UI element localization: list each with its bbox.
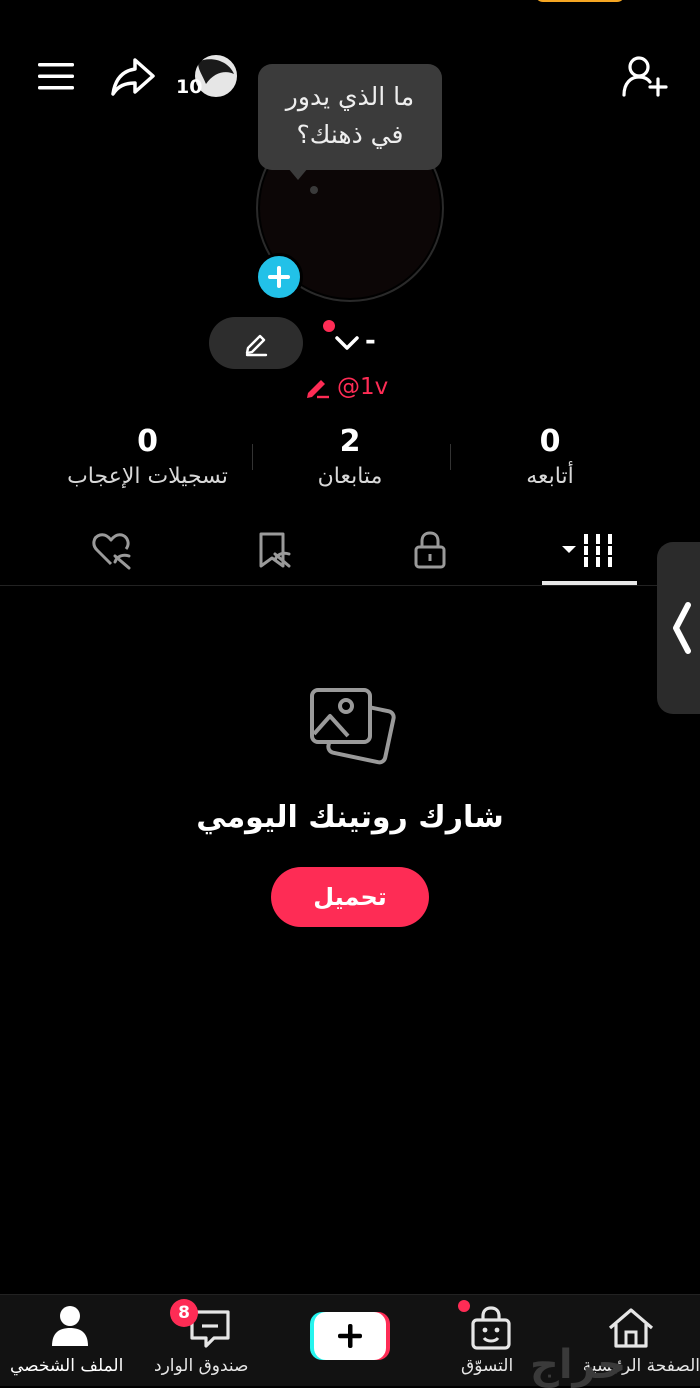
nav-inbox[interactable]: صندوق الوارد bbox=[150, 1300, 270, 1380]
create-button[interactable] bbox=[310, 1310, 390, 1362]
shopping-bag-icon bbox=[471, 1306, 511, 1350]
side-panel-handle[interactable] bbox=[657, 542, 700, 714]
nav-shop-label: التسوّق bbox=[461, 1356, 514, 1376]
notification-dot bbox=[323, 320, 335, 332]
add-story-button[interactable] bbox=[255, 253, 303, 301]
likes-label: تسجيلات الإعجاب bbox=[67, 464, 228, 489]
status-indicator bbox=[535, 0, 625, 2]
share-button[interactable] bbox=[108, 55, 158, 99]
tab-private[interactable] bbox=[408, 528, 452, 572]
handle-row[interactable]: @1v bbox=[305, 372, 388, 402]
followers-stat[interactable]: 2 متابعان bbox=[280, 424, 420, 494]
hamburger-icon bbox=[38, 63, 74, 90]
tooltip-line-1: ما الذي يدور bbox=[285, 82, 415, 111]
nav-profile[interactable]: الملف الشخصي bbox=[0, 1300, 140, 1380]
empty-state-title: شارك روتينك اليومي bbox=[196, 800, 504, 835]
tooltip-tail bbox=[288, 168, 308, 180]
likes-count: 0 bbox=[137, 424, 158, 459]
nav-inbox-label: صندوق الوارد bbox=[154, 1356, 249, 1376]
followers-count: 2 bbox=[339, 424, 361, 459]
share-arrow-icon bbox=[111, 58, 155, 96]
stat-divider bbox=[450, 444, 451, 470]
tab-liked[interactable] bbox=[90, 528, 134, 572]
grid-videos-icon bbox=[562, 534, 612, 567]
following-stat[interactable]: 0 أتابعه bbox=[480, 424, 620, 494]
likes-stat[interactable]: 0 تسجيلات الإعجاب bbox=[40, 424, 255, 494]
profile-icon bbox=[52, 1306, 88, 1346]
lock-icon bbox=[414, 531, 446, 569]
add-friend-button[interactable] bbox=[620, 54, 670, 100]
bookmark-hidden-icon bbox=[259, 532, 291, 568]
followers-label: متابعان bbox=[317, 464, 383, 489]
username-switcher[interactable]: - bbox=[315, 318, 385, 368]
watermark: حراج bbox=[530, 1342, 628, 1388]
chevron-down-icon bbox=[335, 336, 359, 350]
following-label: أتابعه bbox=[526, 464, 574, 489]
add-user-icon bbox=[622, 56, 668, 97]
tab-favorites[interactable] bbox=[252, 528, 296, 572]
edit-handle-icon bbox=[307, 380, 329, 399]
heart-hidden-icon bbox=[92, 533, 131, 570]
edit-profile-button[interactable] bbox=[209, 317, 303, 369]
inbox-badge: 8 bbox=[170, 1299, 198, 1327]
display-name: - bbox=[365, 326, 376, 356]
profile-handle: @1v bbox=[337, 374, 389, 400]
story-count: 10 bbox=[176, 76, 203, 98]
create-plus-icon bbox=[310, 1312, 390, 1360]
chevron-left-icon bbox=[673, 602, 691, 654]
menu-button[interactable] bbox=[34, 58, 78, 94]
tooltip-line-2: في ذهنك؟ bbox=[296, 120, 404, 149]
tab-videos[interactable] bbox=[548, 528, 628, 572]
nav-profile-label: الملف الشخصي bbox=[10, 1356, 124, 1376]
tabbar-divider bbox=[0, 585, 700, 586]
thoughts-tooltip[interactable]: ما الذي يدور في ذهنك؟ bbox=[258, 64, 442, 170]
following-count: 0 bbox=[539, 424, 561, 459]
plus-icon bbox=[268, 266, 290, 288]
photos-icon bbox=[306, 686, 396, 776]
pencil-icon bbox=[245, 334, 268, 357]
upload-button[interactable]: تحميل bbox=[271, 867, 429, 927]
story-avatar-button[interactable]: 10 bbox=[176, 52, 240, 102]
